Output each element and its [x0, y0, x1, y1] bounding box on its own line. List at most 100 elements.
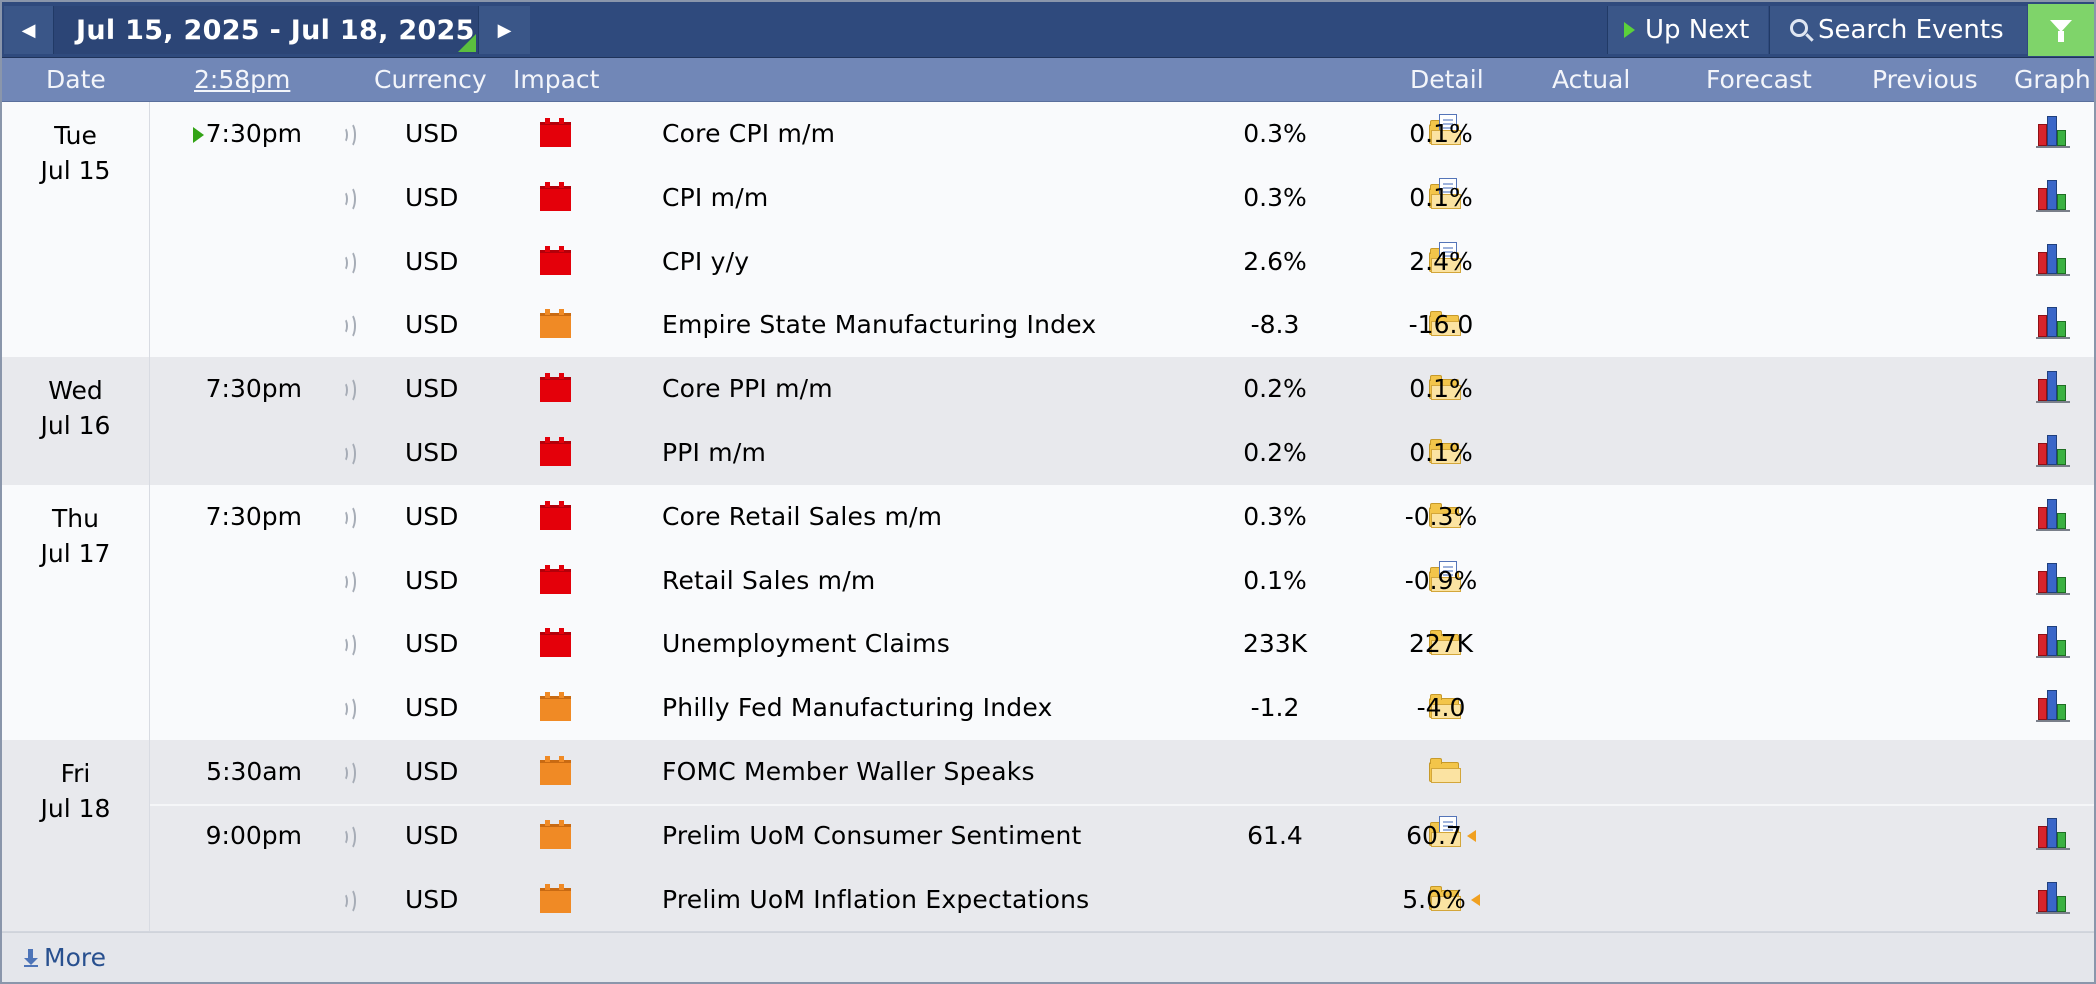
bar-graph-icon[interactable]: [2036, 817, 2070, 850]
event-title[interactable]: PPI m/m: [662, 438, 766, 467]
date-label: Jul 18: [40, 794, 111, 823]
event-row[interactable]: USD Philly Fed Manufacturing Index -1.2 -4.…: [150, 676, 2094, 740]
bar-graph-icon[interactable]: [2036, 562, 2070, 595]
event-row[interactable]: 7:30pm USD Core CPI m/m 0.3% 0.1%: [150, 102, 2094, 166]
date-cell: Tue Jul 15: [2, 102, 150, 358]
event-currency: USD: [405, 820, 459, 850]
event-row[interactable]: 7:30pm USD Core PPI m/m 0.2% 0.1%: [150, 357, 2094, 421]
event-forecast: 0.3%: [1243, 501, 1307, 531]
filter-icon: [2050, 20, 2072, 42]
event-currency: USD: [405, 246, 459, 276]
event-currency: USD: [405, 437, 459, 467]
date-label: Jul 15: [40, 156, 111, 185]
event-title[interactable]: Core CPI m/m: [662, 119, 835, 148]
weekday-label: Fri: [60, 759, 91, 788]
bar-graph-icon[interactable]: [2036, 179, 2070, 212]
search-events-button[interactable]: Search Events: [1769, 6, 2027, 54]
sound-alert-icon[interactable]: [340, 313, 356, 340]
previous-week-button[interactable]: ◀: [4, 6, 54, 54]
event-title[interactable]: Core PPI m/m: [662, 374, 833, 403]
bar-graph-icon[interactable]: [2036, 498, 2070, 531]
event-previous: 2.4%: [1356, 247, 1526, 276]
event-row[interactable]: USD CPI m/m 0.3% 0.1%: [150, 166, 2094, 230]
bar-graph-icon[interactable]: [2036, 881, 2070, 914]
event-row[interactable]: USD PPI m/m 0.2% 0.1%: [150, 421, 2094, 485]
event-previous-value: 5.0%: [1402, 884, 1466, 914]
play-icon: [1624, 22, 1635, 38]
event-row[interactable]: 9:00pm USD Prelim UoM Consumer Sentiment 61…: [150, 804, 2094, 868]
date-range-button[interactable]: Jul 15, 2025 - Jul 18, 2025: [54, 6, 478, 54]
sound-alert-icon[interactable]: [340, 696, 356, 723]
sound-alert-icon[interactable]: [340, 823, 356, 850]
bar-graph-icon[interactable]: [2036, 371, 2070, 404]
bar-graph-icon[interactable]: [2036, 243, 2070, 276]
event-forecast: 0.3%: [1243, 182, 1307, 212]
sound-alert-icon[interactable]: [340, 122, 356, 148]
event-previous-value: 0.1%: [1409, 374, 1473, 404]
event-time-text: 7:30pm: [205, 374, 302, 404]
event-row[interactable]: 7:30pm USD Core Retail Sales m/m 0.3% -0.3%: [150, 485, 2094, 549]
sound-alert-icon[interactable]: [340, 440, 356, 467]
event-title[interactable]: CPI y/y: [662, 247, 749, 276]
sound-alert-icon[interactable]: [340, 887, 356, 914]
sound-alert-icon[interactable]: [340, 377, 356, 404]
download-arrow-icon: [24, 948, 38, 967]
up-next-label: Up Next: [1645, 15, 1750, 45]
more-label: More: [44, 943, 106, 972]
sound-alert-icon[interactable]: [340, 185, 356, 212]
day-group: Fri Jul 18 5:30am USD FOMC Member Waller Spe…: [2, 740, 2094, 932]
event-forecast: 0.3%: [1243, 119, 1307, 148]
header-current-time[interactable]: 2:58pm: [194, 65, 290, 94]
event-title[interactable]: FOMC Member Waller Speaks: [662, 757, 1035, 786]
event-currency: USD: [405, 119, 459, 148]
event-previous: -0.9%: [1356, 566, 1526, 595]
date-cell: Wed Jul 16: [2, 357, 150, 485]
event-title[interactable]: Retail Sales m/m: [662, 566, 875, 595]
event-previous-value: 227K: [1408, 629, 1474, 659]
bar-graph-icon[interactable]: [2036, 434, 2070, 467]
bar-graph-icon[interactable]: [2036, 307, 2070, 340]
event-row[interactable]: USD Empire State Manufacturing Index -8.3 -…: [150, 293, 2094, 357]
event-time-text: 7:30pm: [205, 501, 302, 531]
event-row[interactable]: USD Prelim UoM Inflation Expectations 5.0%: [150, 868, 2094, 932]
revised-value-icon[interactable]: [1466, 829, 1476, 842]
event-title[interactable]: Philly Fed Manufacturing Index: [662, 693, 1053, 722]
event-currency: USD: [405, 884, 459, 914]
date-cell: Fri Jul 18: [2, 740, 150, 932]
event-title[interactable]: Empire State Manufacturing Index: [662, 310, 1096, 339]
event-previous-value: -0.9%: [1404, 565, 1478, 595]
event-title[interactable]: Core Retail Sales m/m: [662, 502, 942, 531]
detail-folder-icon[interactable]: [1429, 758, 1461, 784]
more-button[interactable]: More: [24, 943, 106, 972]
event-row[interactable]: USD CPI y/y 2.6% 2.4%: [150, 230, 2094, 294]
event-row[interactable]: 5:30am USD FOMC Member Waller Speaks: [150, 740, 2094, 804]
date-range-label: Jul 15, 2025 - Jul 18, 2025: [76, 14, 475, 46]
high-impact-icon: [540, 181, 571, 211]
event-time-text: 7:30pm: [205, 119, 302, 148]
sound-alert-icon[interactable]: [340, 249, 356, 276]
event-previous: -16.0: [1356, 310, 1526, 339]
event-title[interactable]: CPI m/m: [662, 183, 768, 212]
medium-impact-icon: [540, 819, 571, 849]
medium-impact-icon: [540, 756, 571, 785]
next-week-button[interactable]: ▶: [478, 6, 530, 54]
event-title[interactable]: Prelim UoM Inflation Expectations: [662, 885, 1089, 914]
event-row[interactable]: USD Unemployment Claims 233K 227K: [150, 612, 2094, 676]
revised-value-icon[interactable]: [1470, 893, 1480, 906]
sound-alert-icon[interactable]: [340, 632, 356, 659]
sound-alert-icon[interactable]: [340, 504, 356, 531]
header-date: Date: [46, 65, 106, 94]
event-row[interactable]: USD Retail Sales m/m 0.1% -0.9%: [150, 549, 2094, 613]
bar-graph-icon[interactable]: [2036, 690, 2070, 723]
event-title[interactable]: Prelim UoM Consumer Sentiment: [662, 821, 1082, 850]
event-title[interactable]: Unemployment Claims: [662, 629, 950, 658]
sound-alert-icon[interactable]: [340, 760, 356, 786]
bar-graph-icon[interactable]: [2036, 626, 2070, 659]
bar-graph-icon[interactable]: [2036, 116, 2070, 148]
search-events-label: Search Events: [1818, 15, 2004, 45]
day-group: Tue Jul 15 7:30pm USD Core CPI m/m 0.3% 0.1% US…: [2, 102, 2094, 358]
up-next-button[interactable]: Up Next: [1607, 6, 1768, 54]
filter-button[interactable]: [2028, 4, 2094, 56]
sound-alert-icon[interactable]: [340, 568, 356, 595]
event-currency: USD: [405, 310, 459, 340]
